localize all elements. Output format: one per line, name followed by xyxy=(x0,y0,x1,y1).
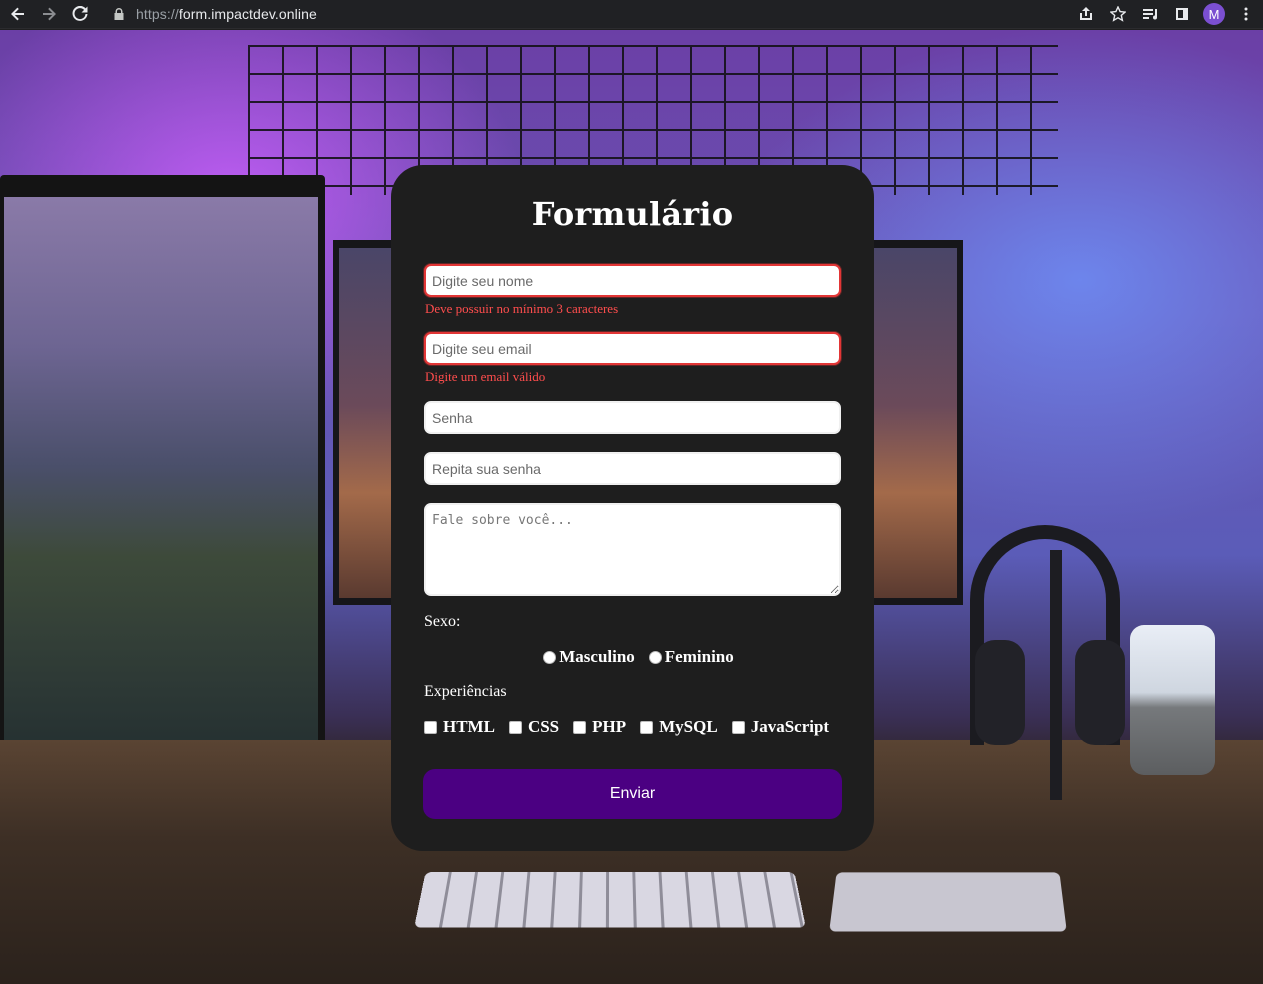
share-icon[interactable] xyxy=(1075,3,1097,25)
media-queue-icon[interactable] xyxy=(1139,3,1161,25)
checkbox-label: CSS xyxy=(527,717,560,736)
checkbox-option-html[interactable]: HTML xyxy=(424,717,495,737)
experience-checkbox-group: HTML CSS PHP MySQL JavaScript xyxy=(424,717,854,737)
browser-toolbar: https://form.impactdev.online M xyxy=(0,0,1263,29)
radio-option-masculino[interactable]: Masculino xyxy=(543,647,635,667)
checkbox-option-css[interactable]: CSS xyxy=(508,717,560,737)
sex-radio-group: Masculino Feminino xyxy=(391,647,874,667)
radio-button[interactable] xyxy=(543,650,557,664)
about-textarea[interactable] xyxy=(424,503,841,596)
headphone-cup-right xyxy=(1075,640,1125,745)
back-arrow-icon[interactable] xyxy=(5,1,31,27)
bookmark-star-icon[interactable] xyxy=(1107,3,1129,25)
form-card: Formulário Deve possuir no mínimo 3 cara… xyxy=(391,165,874,851)
checkbox[interactable] xyxy=(731,720,745,734)
left-monitor-decoration xyxy=(0,175,325,815)
reload-icon[interactable] xyxy=(67,1,93,27)
email-error-message: Digite um email válido xyxy=(425,369,546,384)
submit-button[interactable]: Enviar xyxy=(423,769,842,819)
password-input[interactable] xyxy=(424,401,841,434)
sex-label: Sexo: xyxy=(424,613,461,630)
radio-label: Masculino xyxy=(559,647,635,666)
checkbox[interactable] xyxy=(573,720,587,734)
name-input[interactable] xyxy=(424,264,841,297)
radio-label: Feminino xyxy=(664,647,734,666)
more-menu-icon[interactable] xyxy=(1235,3,1257,25)
lock-icon xyxy=(114,8,124,20)
checkbox[interactable] xyxy=(508,720,522,734)
headphone-cup-left xyxy=(975,640,1025,745)
checkbox[interactable] xyxy=(640,720,654,734)
checkbox-option-javascript[interactable]: JavaScript xyxy=(731,717,830,737)
checkbox-option-php[interactable]: PHP xyxy=(573,717,626,737)
password-confirm-input[interactable] xyxy=(424,452,841,485)
radio-option-feminino[interactable]: Feminino xyxy=(648,647,734,667)
url-text: https://form.impactdev.online xyxy=(136,6,317,22)
email-input[interactable] xyxy=(424,332,841,365)
keyboard-decoration xyxy=(414,872,806,928)
checkbox-label: MySQL xyxy=(659,717,718,736)
forward-arrow-icon[interactable] xyxy=(36,1,62,27)
url-scheme: https:// xyxy=(136,6,179,22)
trackpad-decoration xyxy=(829,872,1067,932)
smart-speaker-decoration xyxy=(1130,625,1215,775)
form-title: Formulário xyxy=(531,195,734,233)
checkbox-label: HTML xyxy=(443,717,495,736)
checkbox[interactable] xyxy=(424,720,437,734)
side-panel-icon[interactable] xyxy=(1171,3,1193,25)
checkbox-option-mysql[interactable]: MySQL xyxy=(640,717,718,737)
checkbox-label: PHP xyxy=(592,717,627,736)
url-host: form.impactdev.online xyxy=(178,6,317,22)
experience-label: Experiências xyxy=(424,683,507,700)
radio-button[interactable] xyxy=(648,650,662,664)
profile-avatar[interactable]: M xyxy=(1203,3,1225,25)
address-bar[interactable]: https://form.impactdev.online xyxy=(112,3,1112,25)
checkbox-label: JavaScript xyxy=(750,717,830,736)
name-error-message: Deve possuir no mínimo 3 caracteres xyxy=(425,301,619,316)
